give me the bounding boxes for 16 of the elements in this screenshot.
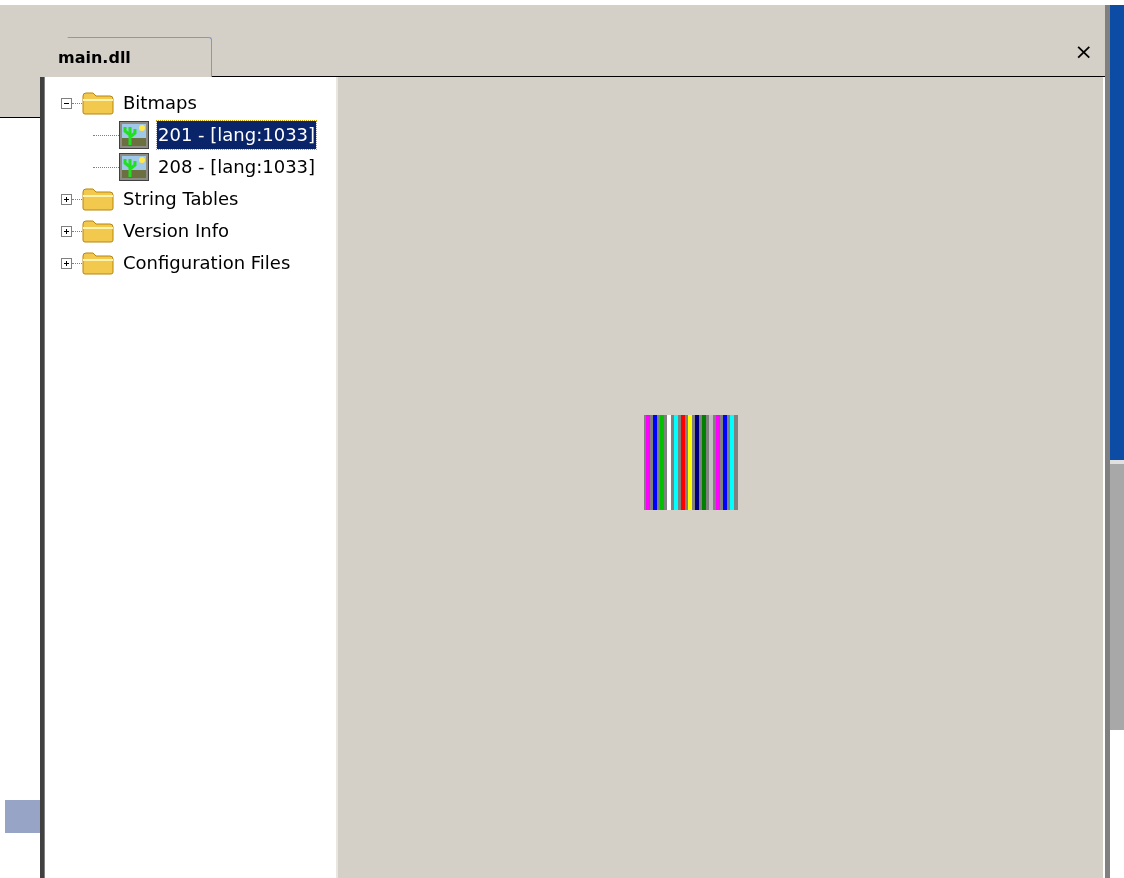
folder-icon (82, 219, 114, 243)
tree-item[interactable]: 201 - [lang:1033] (157, 121, 317, 149)
folder-icon (82, 251, 114, 275)
expand-icon[interactable] (61, 225, 72, 237)
tree-item[interactable]: Configuration Files (122, 249, 292, 277)
collapse-icon[interactable] (61, 97, 72, 109)
tree-item[interactable]: 208 - [lang:1033] (157, 153, 317, 181)
expand-icon[interactable] (61, 257, 72, 269)
tree-item[interactable]: String Tables (122, 185, 240, 213)
folder-icon (82, 187, 114, 211)
expand-icon[interactable] (61, 193, 72, 205)
tree-item[interactable]: Version Info (122, 217, 230, 245)
tree-item[interactable]: Bitmaps (122, 89, 198, 117)
folder-icon (82, 91, 114, 115)
close-button[interactable]: × (1074, 41, 1093, 63)
selection-block (5, 800, 40, 833)
